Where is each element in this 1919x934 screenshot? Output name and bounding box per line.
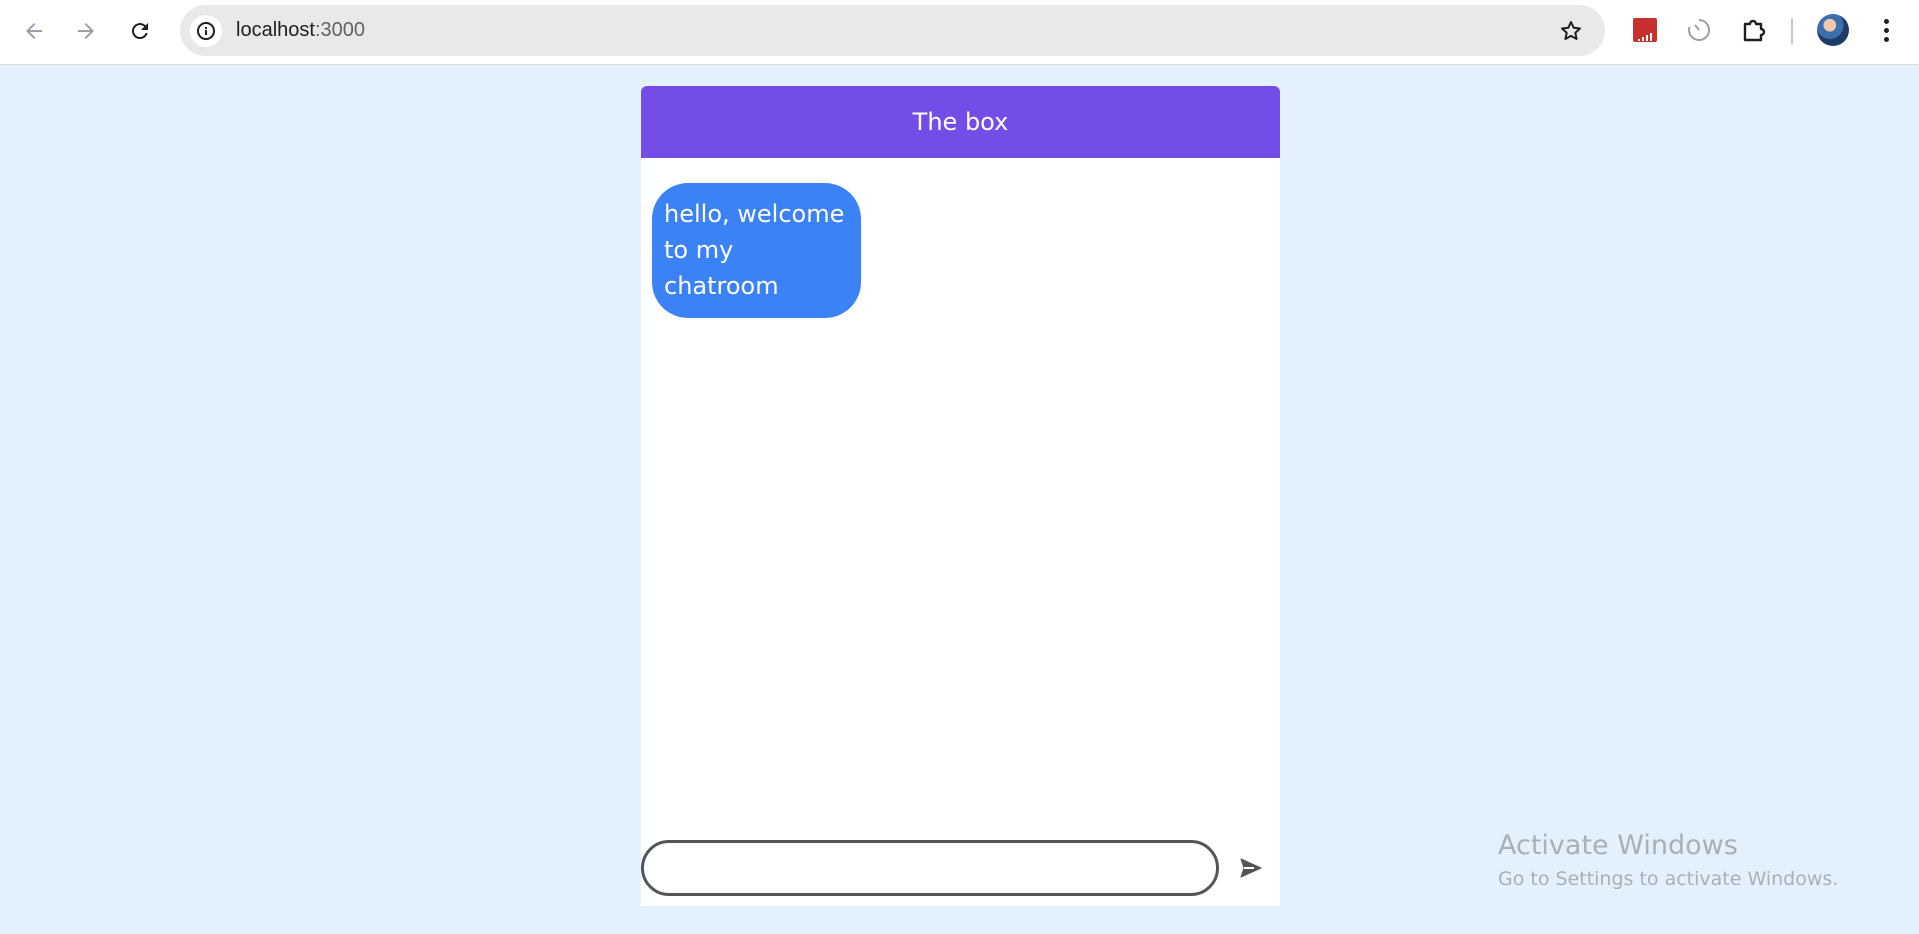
forward-button[interactable]: [66, 11, 106, 51]
back-arrow-icon: [26, 23, 42, 39]
extension-timer-button[interactable]: [1683, 14, 1715, 46]
extension-chart-button[interactable]: [1629, 14, 1661, 46]
bookmark-button[interactable]: [1557, 17, 1585, 45]
message-input[interactable]: [641, 840, 1219, 896]
watermark-title: Activate Windows: [1498, 830, 1738, 861]
send-icon: [1240, 858, 1262, 878]
kebab-menu-icon[interactable]: [1870, 14, 1902, 46]
url-text[interactable]: localhost:3000: [236, 5, 365, 56]
back-button[interactable]: [14, 11, 54, 51]
watermark-subtitle: Go to Settings to activate Windows.: [1498, 868, 1839, 890]
star-icon: [1561, 21, 1581, 40]
browser-toolbar: localhost:3000: [0, 0, 1919, 65]
chat-message-bubble: hello, welcome to my chatroom: [652, 183, 861, 318]
reload-button[interactable]: [120, 11, 160, 51]
url-host: localhost: [236, 19, 315, 41]
chat-header: The box: [641, 86, 1280, 158]
windows-activation-watermark: Activate Windows Go to Settings to activ…: [1498, 828, 1838, 894]
chat-title: The box: [912, 108, 1009, 136]
toolbar-divider: [1791, 18, 1793, 44]
timer-icon: [1688, 18, 1711, 41]
send-button[interactable]: [1235, 852, 1267, 884]
chat-window: The box hello, welcome to my chatroom: [641, 86, 1280, 906]
address-bar[interactable]: localhost:3000: [180, 5, 1605, 56]
puzzle-icon: [1743, 19, 1766, 42]
site-info-button[interactable]: [190, 15, 222, 47]
info-icon: [197, 22, 215, 40]
reload-icon: [131, 23, 148, 40]
forward-arrow-icon: [78, 23, 94, 39]
extensions-button[interactable]: [1738, 14, 1770, 46]
url-port: :3000: [314, 19, 365, 41]
bar-chart-icon: [1633, 18, 1657, 42]
avatar[interactable]: [1817, 14, 1849, 46]
